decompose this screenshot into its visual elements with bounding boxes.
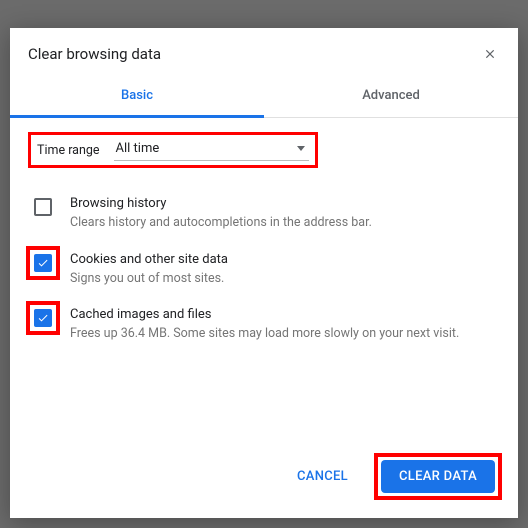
clear-data-button[interactable]: CLEAR DATA	[381, 460, 495, 493]
chevron-down-icon	[297, 146, 305, 151]
close-icon	[483, 47, 497, 61]
time-range-select[interactable]: All time	[114, 139, 309, 161]
time-range-label: Time range	[37, 143, 100, 158]
dialog-title: Clear browsing data	[28, 45, 161, 63]
option-row: Browsing history Clears history and autoc…	[28, 186, 500, 242]
option-checkbox[interactable]	[34, 254, 52, 272]
dialog-footer: CANCEL CLEAR DATA	[10, 441, 518, 518]
checkbox-wrap	[32, 196, 54, 218]
clear-browsing-data-dialog: Clear browsing data Basic Advanced Time …	[10, 28, 518, 518]
time-range-highlight: Time range All time	[28, 132, 318, 168]
check-icon	[37, 257, 49, 269]
tabs: Basic Advanced	[10, 76, 518, 118]
option-row: Cached images and files Frees up 36.4 MB.…	[28, 297, 500, 353]
check-icon	[37, 312, 49, 324]
option-title: Browsing history	[70, 196, 496, 211]
option-title: Cookies and other site data	[70, 252, 496, 267]
option-text: Cookies and other site data Signs you out…	[70, 252, 496, 288]
tab-advanced[interactable]: Advanced	[264, 76, 518, 117]
option-desc: Frees up 36.4 MB. Some sites may load mo…	[70, 325, 496, 343]
close-button[interactable]	[480, 44, 500, 64]
option-checkbox[interactable]	[34, 309, 52, 327]
time-range-value: All time	[116, 141, 160, 156]
tab-basic[interactable]: Basic	[10, 76, 264, 117]
clear-data-highlight: CLEAR DATA	[374, 453, 502, 500]
option-text: Browsing history Clears history and autoc…	[70, 196, 496, 232]
dialog-header: Clear browsing data	[10, 28, 518, 76]
option-title: Cached images and files	[70, 307, 496, 322]
options-list: Browsing history Clears history and autoc…	[28, 186, 500, 353]
option-checkbox[interactable]	[34, 198, 52, 216]
dialog-content: Time range All time Browsing history Clea…	[10, 118, 518, 441]
option-desc: Clears history and autocompletions in th…	[70, 214, 496, 232]
cancel-button[interactable]: CANCEL	[279, 460, 366, 493]
option-text: Cached images and files Frees up 36.4 MB.…	[70, 307, 496, 343]
checkbox-wrap	[32, 252, 54, 274]
checkbox-wrap	[32, 307, 54, 329]
option-row: Cookies and other site data Signs you out…	[28, 242, 500, 298]
option-desc: Signs you out of most sites.	[70, 270, 496, 288]
